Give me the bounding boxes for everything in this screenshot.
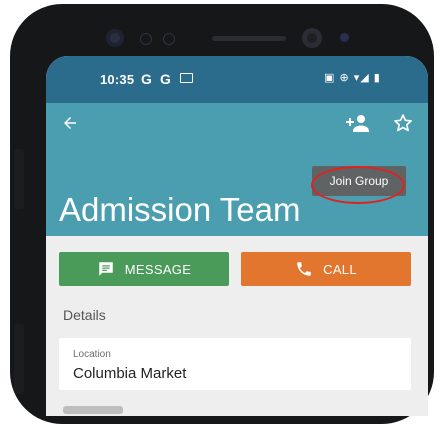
status-bar: 10:35 G G ▣ ⊕ ▾◢ ▮ xyxy=(46,56,428,103)
location-label: Location xyxy=(73,349,111,360)
front-camera xyxy=(106,29,124,47)
location-value: Columbia Market xyxy=(73,365,187,382)
details-section-title: Details xyxy=(63,307,106,323)
google-notification-icon: G xyxy=(160,71,171,87)
call-button[interactable]: CALL xyxy=(241,252,411,286)
sensor xyxy=(140,33,152,45)
sensor xyxy=(340,33,349,42)
message-button[interactable]: MESSAGE xyxy=(59,252,229,286)
status-time: 10:35 xyxy=(100,72,135,87)
next-section-title xyxy=(63,406,123,414)
message-button-label: MESSAGE xyxy=(124,261,192,277)
page-title: Admission Team xyxy=(59,191,301,228)
phone-frame: 10:35 G G ▣ ⊕ ▾◢ ▮ Join Group Admission … xyxy=(10,4,434,424)
volume-button xyxy=(14,149,24,209)
star-outline-icon[interactable] xyxy=(393,113,413,133)
front-camera xyxy=(302,28,322,48)
message-icon xyxy=(99,262,113,276)
highlight-annotation-ring xyxy=(311,166,405,204)
back-arrow-icon[interactable] xyxy=(61,114,79,132)
google-notification-icon: G xyxy=(141,71,152,87)
app-screen: 10:35 G G ▣ ⊕ ▾◢ ▮ Join Group Admission … xyxy=(46,56,428,416)
phone-icon xyxy=(297,262,311,276)
power-button xyxy=(14,324,24,394)
mail-notification-icon xyxy=(180,73,193,83)
call-button-label: CALL xyxy=(323,261,357,277)
location-card[interactable]: Location Columbia Market xyxy=(59,338,411,390)
add-person-icon[interactable] xyxy=(346,113,370,133)
earpiece-speaker xyxy=(212,36,286,41)
system-status-icons: ▣ ⊕ ▾◢ ▮ xyxy=(324,72,381,84)
sensor xyxy=(163,33,175,45)
